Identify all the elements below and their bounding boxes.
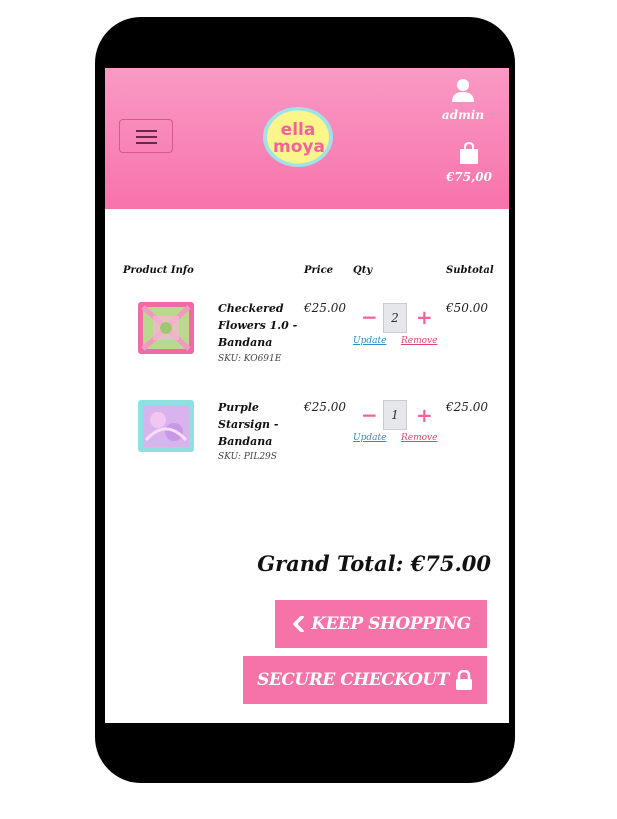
remove-link[interactable]: Remove: [401, 336, 437, 346]
update-link[interactable]: Update: [353, 433, 386, 443]
product-price: €25.00: [304, 301, 346, 315]
account-link[interactable]: admin: [433, 78, 493, 122]
user-icon: [452, 79, 474, 102]
menu-toggle-button[interactable]: [119, 119, 173, 153]
product-name[interactable]: Purple Starsign - Bandana: [218, 399, 298, 450]
hamburger-icon-line: [136, 136, 157, 138]
quantity-input[interactable]: [383, 303, 407, 333]
column-header-qty: Qty: [353, 265, 373, 276]
column-header-product: Product Info: [123, 265, 194, 276]
product-price: €25.00: [304, 400, 346, 414]
hamburger-icon-line: [136, 130, 157, 132]
secure-checkout-button[interactable]: SECURE CHECKOUT: [243, 656, 487, 704]
increase-qty-button[interactable]: +: [416, 307, 433, 327]
product-subtotal: €50.00: [446, 301, 488, 315]
decrease-qty-button[interactable]: −: [361, 405, 378, 425]
product-sku: SKU: KO691E: [218, 354, 282, 364]
app-screen: ella moya admin €75,00 Product Info Pric…: [105, 68, 509, 723]
shopping-bag-icon: [460, 141, 478, 164]
keep-shopping-button[interactable]: KEEP SHOPPING: [275, 600, 487, 648]
site-header: ella moya admin €75,00: [105, 68, 509, 209]
brand-logo[interactable]: ella moya: [262, 106, 334, 168]
product-thumbnail[interactable]: [138, 302, 194, 354]
logo-text-bottom: moya: [273, 137, 325, 157]
product-name[interactable]: Checkered Flowers 1.0 - Bandana: [218, 300, 298, 351]
increase-qty-button[interactable]: +: [416, 405, 433, 425]
decrease-qty-button[interactable]: −: [361, 307, 378, 327]
cart-link[interactable]: €75,00: [439, 141, 499, 184]
product-subtotal: €25.00: [446, 400, 488, 414]
account-username: admin: [441, 108, 485, 122]
quantity-input[interactable]: [383, 400, 407, 430]
product-sku: SKU: PIL29S: [218, 452, 277, 462]
grand-total: Grand Total: €75.00: [257, 551, 491, 576]
cart-total: €75,00: [446, 170, 492, 184]
hamburger-icon-line: [136, 142, 157, 144]
column-header-subtotal: Subtotal: [446, 265, 494, 276]
lock-icon: [455, 670, 472, 690]
chevron-left-icon: [293, 616, 304, 632]
product-thumbnail[interactable]: [138, 400, 194, 452]
remove-link[interactable]: Remove: [401, 433, 437, 443]
secure-checkout-label: SECURE CHECKOUT: [257, 670, 449, 690]
column-header-price: Price: [304, 265, 334, 276]
keep-shopping-label: KEEP SHOPPING: [311, 614, 471, 634]
update-link[interactable]: Update: [353, 336, 386, 346]
